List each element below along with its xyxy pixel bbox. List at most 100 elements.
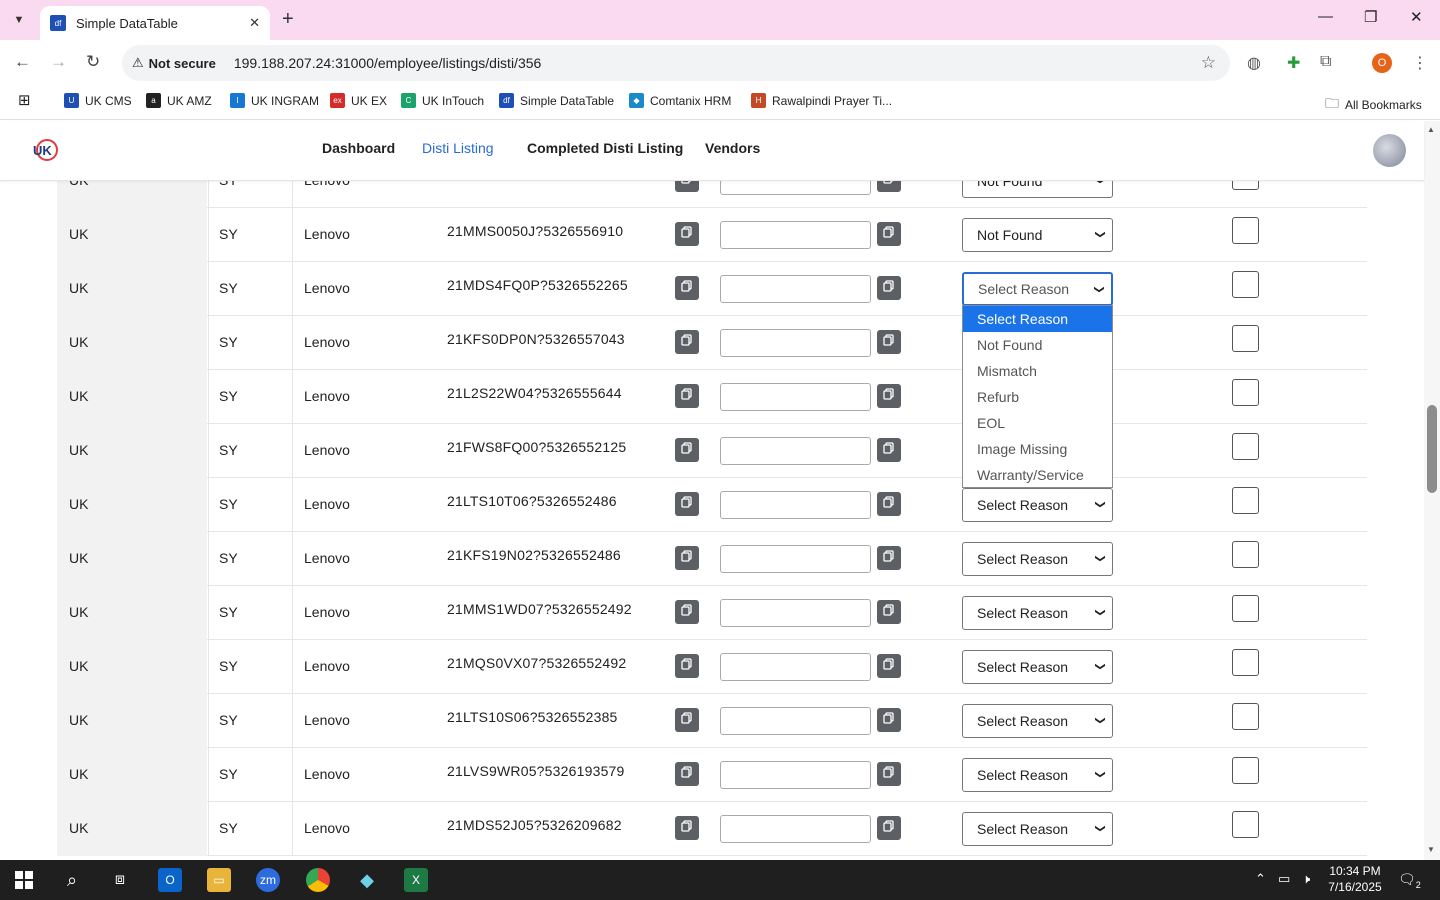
listing-input[interactable] bbox=[720, 329, 871, 357]
copy-sku-button[interactable] bbox=[675, 438, 699, 462]
reload-icon[interactable]: ↻ bbox=[86, 52, 100, 72]
paste-button[interactable] bbox=[877, 492, 901, 516]
maximize-icon[interactable]: ❐ bbox=[1364, 8, 1377, 26]
dropdown-option[interactable]: Refurb bbox=[963, 384, 1112, 410]
reason-select[interactable]: Not Found ❯ bbox=[962, 181, 1113, 198]
row-checkbox[interactable] bbox=[1232, 541, 1259, 568]
menu-kebab-icon[interactable]: ⋮ bbox=[1412, 53, 1428, 73]
listing-input[interactable] bbox=[720, 221, 871, 249]
listing-input[interactable] bbox=[720, 815, 871, 843]
windows-start-icon[interactable] bbox=[12, 868, 36, 892]
reason-select[interactable]: Select Reason ❯ bbox=[962, 812, 1113, 846]
bookmark-item[interactable]: ex UK EX bbox=[330, 93, 387, 108]
reason-select[interactable]: Not Found ❯ bbox=[962, 218, 1113, 252]
tab-close-icon[interactable]: ✕ bbox=[249, 15, 260, 31]
apps-grid-icon[interactable]: ⊞ bbox=[18, 91, 31, 109]
row-checkbox[interactable] bbox=[1232, 595, 1259, 622]
row-checkbox[interactable] bbox=[1232, 217, 1259, 244]
extension-puzzle-green-icon[interactable]: ✚ bbox=[1287, 53, 1300, 73]
taskbar-clock[interactable]: 10:34 PM 7/16/2025 bbox=[1322, 863, 1388, 895]
paste-button[interactable] bbox=[877, 384, 901, 408]
copy-sku-button[interactable] bbox=[675, 708, 699, 732]
row-checkbox[interactable] bbox=[1232, 649, 1259, 676]
copy-sku-button[interactable] bbox=[675, 492, 699, 516]
row-checkbox[interactable] bbox=[1232, 271, 1259, 298]
volume-muted-icon[interactable]: 🕨 bbox=[1302, 871, 1310, 887]
bookmark-item[interactable]: df Simple DataTable bbox=[499, 93, 614, 108]
url-text[interactable]: 199.188.207.24:31000/employee/listings/d… bbox=[234, 55, 541, 71]
all-bookmarks[interactable]: 🗀 All Bookmarks bbox=[1325, 93, 1422, 117]
nav-dashboard[interactable]: Dashboard bbox=[322, 140, 395, 156]
file-explorer-icon[interactable]: ▭ bbox=[207, 868, 231, 892]
dropdown-option[interactable]: Warranty/Service bbox=[963, 462, 1112, 488]
paste-button[interactable] bbox=[877, 222, 901, 246]
paste-button[interactable] bbox=[877, 762, 901, 786]
tray-chevron-up-icon[interactable]: ⌃ bbox=[1255, 871, 1266, 887]
scrollbar-thumb[interactable] bbox=[1427, 405, 1437, 493]
search-icon[interactable]: ⌕ bbox=[60, 868, 84, 892]
reason-select[interactable]: Select Reason ❯ bbox=[962, 758, 1113, 792]
row-checkbox[interactable] bbox=[1232, 757, 1259, 784]
bookmark-item[interactable]: ◆ Comtanix HRM bbox=[629, 93, 731, 108]
paste-button[interactable] bbox=[877, 816, 901, 840]
reason-select[interactable]: Select Reason ❯ bbox=[962, 272, 1113, 306]
row-checkbox[interactable] bbox=[1232, 325, 1259, 352]
copy-sku-button[interactable] bbox=[675, 546, 699, 570]
listing-input[interactable] bbox=[720, 437, 871, 465]
paste-button[interactable] bbox=[877, 654, 901, 678]
globe-icon[interactable]: ◍ bbox=[1247, 53, 1261, 73]
notifications-icon[interactable]: 🗨2 bbox=[1398, 871, 1421, 890]
copy-sku-button[interactable] bbox=[675, 330, 699, 354]
new-tab-plus-icon[interactable]: + bbox=[282, 8, 294, 31]
paste-button[interactable] bbox=[877, 276, 901, 300]
listing-input[interactable] bbox=[720, 491, 871, 519]
bookmark-item[interactable]: I UK INGRAM bbox=[230, 93, 319, 108]
extensions-icon[interactable]: ⧉ bbox=[1320, 53, 1331, 71]
user-avatar[interactable] bbox=[1373, 134, 1406, 167]
row-checkbox[interactable] bbox=[1232, 433, 1259, 460]
paste-button[interactable] bbox=[877, 181, 901, 192]
listing-input[interactable] bbox=[720, 545, 871, 573]
reason-select[interactable]: Select Reason ❯ bbox=[962, 488, 1113, 522]
listing-input[interactable] bbox=[720, 181, 871, 195]
dropdown-option[interactable]: Not Found bbox=[963, 332, 1112, 358]
paste-button[interactable] bbox=[877, 438, 901, 462]
window-close-icon[interactable]: ✕ bbox=[1410, 8, 1423, 26]
zoom-icon[interactable]: zm bbox=[256, 868, 280, 892]
bookmark-item[interactable]: H Rawalpindi Prayer Ti... bbox=[751, 93, 892, 108]
copy-sku-button[interactable] bbox=[675, 222, 699, 246]
row-checkbox[interactable] bbox=[1232, 811, 1259, 838]
security-status[interactable]: Not secure bbox=[149, 56, 216, 71]
bookmark-item[interactable]: a UK AMZ bbox=[146, 93, 212, 108]
paste-button[interactable] bbox=[877, 546, 901, 570]
copy-sku-button[interactable] bbox=[675, 654, 699, 678]
row-checkbox[interactable] bbox=[1232, 181, 1259, 190]
address-bar[interactable]: ⚠ Not secure 199.188.207.24:31000/employ… bbox=[122, 45, 1230, 81]
network-icon[interactable]: ▭ bbox=[1278, 871, 1290, 887]
outlook-icon[interactable]: O bbox=[158, 868, 182, 892]
paste-button[interactable] bbox=[877, 708, 901, 732]
chrome-icon[interactable] bbox=[306, 868, 330, 892]
reason-dropdown-list[interactable]: Select Reason Not Found Mismatch Refurb EOL I… bbox=[962, 305, 1113, 488]
nav-vendors[interactable]: Vendors bbox=[705, 140, 760, 156]
browser-tab[interactable]: df Simple DataTable ✕ bbox=[40, 6, 270, 40]
scroll-down-icon[interactable]: ▼ bbox=[1427, 845, 1435, 854]
dropdown-option[interactable]: Image Missing bbox=[963, 436, 1112, 462]
page-scrollbar[interactable]: ▲ ▼ bbox=[1424, 121, 1440, 860]
row-checkbox[interactable] bbox=[1232, 703, 1259, 730]
back-arrow-icon[interactable]: ← bbox=[14, 52, 31, 72]
row-checkbox[interactable] bbox=[1232, 379, 1259, 406]
copy-sku-button[interactable] bbox=[675, 181, 699, 192]
bookmark-item[interactable]: U UK CMS bbox=[64, 93, 132, 108]
listing-input[interactable] bbox=[720, 653, 871, 681]
dropdown-option[interactable]: Mismatch bbox=[963, 358, 1112, 384]
copy-sku-button[interactable] bbox=[675, 762, 699, 786]
reason-select[interactable]: Select Reason ❯ bbox=[962, 704, 1113, 738]
copy-sku-button[interactable] bbox=[675, 384, 699, 408]
reason-select[interactable]: Select Reason ❯ bbox=[962, 596, 1113, 630]
listing-input[interactable] bbox=[720, 275, 871, 303]
reason-select[interactable]: Select Reason ❯ bbox=[962, 542, 1113, 576]
listing-input[interactable] bbox=[720, 707, 871, 735]
dropdown-option[interactable]: Select Reason bbox=[963, 306, 1112, 332]
nav-completed-disti-listing[interactable]: Completed Disti Listing bbox=[527, 140, 683, 156]
